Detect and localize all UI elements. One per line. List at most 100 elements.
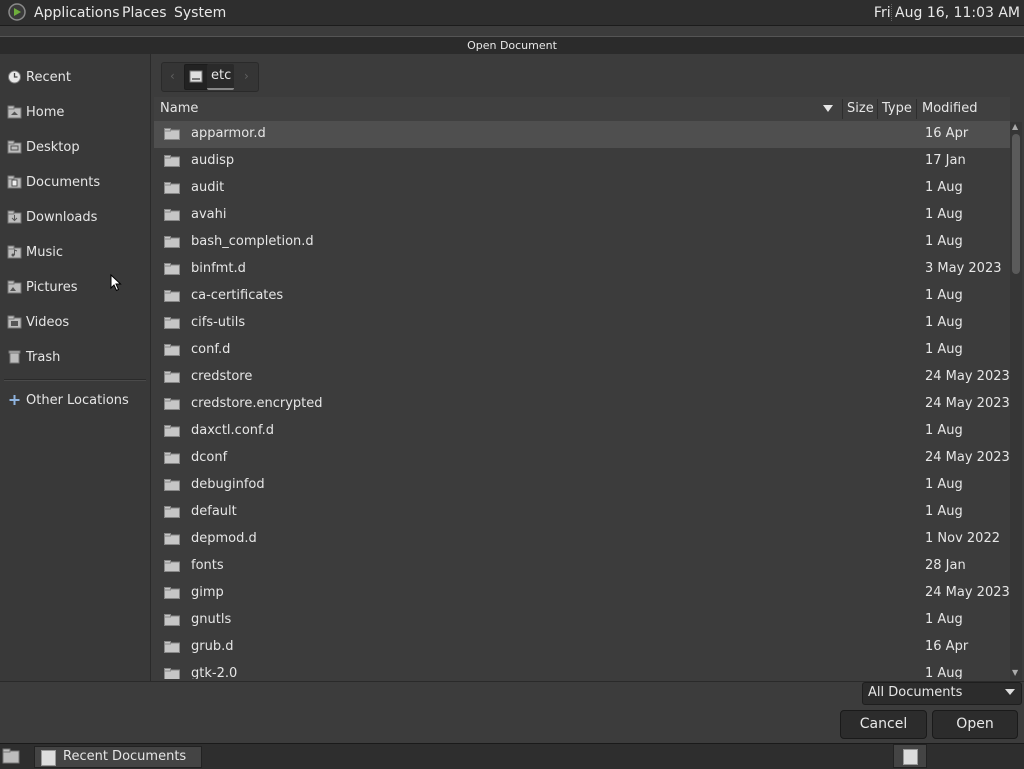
folder-icon xyxy=(7,245,22,259)
path-back-arrow-icon[interactable]: ‹ xyxy=(170,69,175,83)
folder-icon xyxy=(164,128,180,140)
folder-icon xyxy=(164,506,180,518)
chevron-down-icon xyxy=(1005,689,1015,695)
sidebar-item-desktop[interactable]: Desktop xyxy=(4,136,148,162)
sidebar-item-other-locations[interactable]: Other Locations xyxy=(4,389,148,415)
file-name: daxctl.conf.d xyxy=(191,423,275,438)
taskbar-item-recent-documents[interactable]: Recent Documents xyxy=(34,746,202,768)
sidebar-item-pictures[interactable]: Pictures xyxy=(4,276,148,302)
sidebar-item-label: Trash xyxy=(26,350,61,365)
column-size[interactable]: Size xyxy=(847,101,874,116)
folder-icon xyxy=(164,344,180,356)
file-row[interactable]: cifs-utils 1 Aug xyxy=(154,310,1010,337)
sidebar-item-videos[interactable]: Videos xyxy=(4,311,148,337)
file-name: audit xyxy=(191,180,225,195)
file-row[interactable]: avahi 1 Aug xyxy=(154,202,1010,229)
file-modified: 1 Aug xyxy=(925,666,963,679)
file-row[interactable]: audisp 17 Jan xyxy=(154,148,1010,175)
show-desktop-icon[interactable] xyxy=(2,747,22,765)
file-filter-select[interactable]: All Documents xyxy=(862,682,1022,705)
column-type[interactable]: Type xyxy=(882,101,912,116)
column-separator xyxy=(842,99,843,119)
file-row[interactable]: fonts 28 Jan xyxy=(154,553,1010,580)
sidebar-item-label: Desktop xyxy=(26,140,80,155)
sidebar-item-home[interactable]: Home xyxy=(4,101,148,127)
tray-document-button[interactable] xyxy=(893,744,927,768)
file-name: apparmor.d xyxy=(191,126,266,141)
sidebar-item-recent[interactable]: Recent xyxy=(4,66,148,92)
cancel-button[interactable]: Cancel xyxy=(840,710,927,739)
file-row[interactable]: credstore 24 May 2023 xyxy=(154,364,1010,391)
menu-places[interactable]: Places xyxy=(122,5,167,21)
file-name: gtk-2.0 xyxy=(191,666,238,679)
sidebar-item-label: Home xyxy=(26,105,65,120)
sidebar-item-label: Pictures xyxy=(26,280,78,295)
file-row[interactable]: binfmt.d 3 May 2023 xyxy=(154,256,1010,283)
file-row[interactable]: daxctl.conf.d 1 Aug xyxy=(154,418,1010,445)
column-modified[interactable]: Modified xyxy=(922,101,977,116)
places-sidebar: Recent Home Desktop Documents Downloads … xyxy=(0,54,151,681)
sidebar-item-downloads[interactable]: Downloads xyxy=(4,206,148,232)
file-row[interactable]: depmod.d 1 Nov 2022 xyxy=(154,526,1010,553)
path-forward-arrow-icon[interactable]: › xyxy=(244,69,249,83)
sidebar-item-label: Other Locations xyxy=(26,393,129,408)
distro-logo-icon[interactable] xyxy=(7,3,27,21)
folder-icon xyxy=(164,641,180,653)
file-row[interactable]: dconf 24 May 2023 xyxy=(154,445,1010,472)
folder-icon xyxy=(164,263,180,275)
file-row[interactable]: ca-certificates 1 Aug xyxy=(154,283,1010,310)
file-row[interactable]: gnutls 1 Aug xyxy=(154,607,1010,634)
file-row[interactable]: gtk-2.0 1 Aug xyxy=(154,661,1010,679)
file-modified: 1 Aug xyxy=(925,180,963,195)
file-modified: 28 Jan xyxy=(925,558,966,573)
folder-icon xyxy=(164,668,180,679)
folder-icon xyxy=(164,425,180,437)
file-modified: 1 Aug xyxy=(925,342,963,357)
file-row[interactable]: bash_completion.d 1 Aug xyxy=(154,229,1010,256)
file-name: grub.d xyxy=(191,639,234,654)
sidebar-item-trash[interactable]: Trash xyxy=(4,346,148,372)
file-row[interactable]: audit 1 Aug xyxy=(154,175,1010,202)
clock[interactable]: Fri Aug 16, 11:03 AM xyxy=(874,5,1020,21)
vertical-scrollbar[interactable]: ▲ ▼ xyxy=(1010,122,1022,680)
sidebar-divider xyxy=(4,379,146,381)
file-row[interactable]: gimp 24 May 2023 xyxy=(154,580,1010,607)
file-modified: 3 May 2023 xyxy=(925,261,1002,276)
file-row[interactable]: default 1 Aug xyxy=(154,499,1010,526)
file-row[interactable]: conf.d 1 Aug xyxy=(154,337,1010,364)
file-modified: 1 Aug xyxy=(925,504,963,519)
sidebar-item-label: Recent xyxy=(26,70,71,85)
file-modified: 1 Aug xyxy=(925,234,963,249)
file-row[interactable]: debuginfod 1 Aug xyxy=(154,472,1010,499)
file-row[interactable]: grub.d 16 Apr xyxy=(154,634,1010,661)
file-row[interactable]: apparmor.d 16 Apr xyxy=(154,121,1010,148)
file-modified: 1 Aug xyxy=(925,612,963,627)
folder-icon xyxy=(164,614,180,626)
folder-icon xyxy=(164,587,180,599)
file-modified: 1 Aug xyxy=(925,423,963,438)
scroll-up-arrow-icon[interactable]: ▲ xyxy=(1012,122,1018,131)
sidebar-item-documents[interactable]: Documents xyxy=(4,171,148,197)
file-row[interactable]: credstore.encrypted 24 May 2023 xyxy=(154,391,1010,418)
menu-system[interactable]: System xyxy=(174,5,226,21)
folder-icon xyxy=(164,236,180,248)
folder-icon xyxy=(7,175,22,189)
path-etc-button[interactable]: etc xyxy=(207,64,234,90)
file-list[interactable]: apparmor.d 16 Apr audisp 17 Jan audit 1 Aug… xyxy=(154,121,1010,679)
folder-icon xyxy=(164,398,180,410)
sidebar-item-music[interactable]: Music xyxy=(4,241,148,267)
file-name: cifs-utils xyxy=(191,315,246,330)
path-root-button[interactable] xyxy=(184,64,209,90)
open-button[interactable]: Open xyxy=(932,710,1018,739)
column-separator xyxy=(916,99,917,119)
trash-icon xyxy=(8,350,21,364)
menu-applications[interactable]: Applications xyxy=(34,5,120,21)
scrollbar-thumb[interactable] xyxy=(1012,134,1020,274)
sort-down-icon[interactable] xyxy=(823,105,833,112)
file-modified: 1 Aug xyxy=(925,288,963,303)
window-titlebar[interactable]: Open Document xyxy=(0,36,1024,55)
scroll-down-arrow-icon[interactable]: ▼ xyxy=(1012,668,1018,677)
column-name[interactable]: Name xyxy=(160,101,198,116)
folder-icon xyxy=(7,315,22,329)
sidebar-item-label: Downloads xyxy=(26,210,98,225)
